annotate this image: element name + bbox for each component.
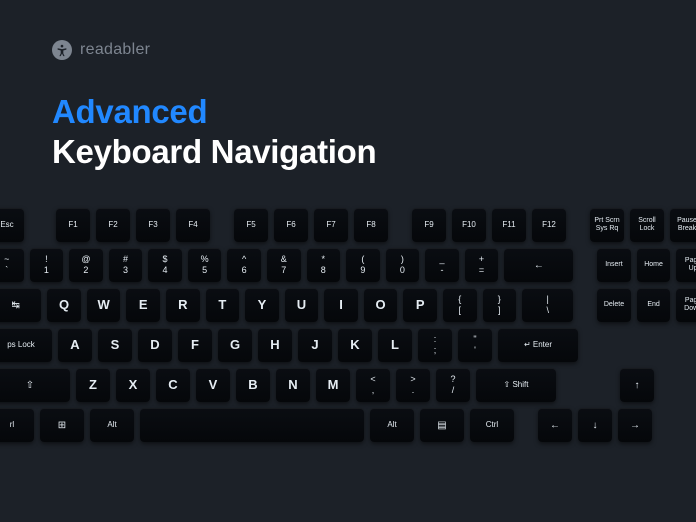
key-m: M [316, 368, 350, 402]
key-x: X [116, 368, 150, 402]
key-semicolon: :; [418, 328, 452, 362]
brand: readabler [52, 40, 696, 60]
key-f: F [178, 328, 212, 362]
key-pgdn: Page Down [676, 288, 696, 322]
key-f5: F5 [234, 208, 268, 242]
brand-name: readabler [80, 41, 150, 59]
key-p: P [403, 288, 437, 322]
key-lctrl: rl [0, 408, 34, 442]
key-f2: F2 [96, 208, 130, 242]
key-6: ^6 [227, 248, 261, 282]
page-title: Advanced Keyboard Navigation [52, 92, 696, 171]
key-rshift: ⇧ Shift [476, 368, 556, 402]
key-9: (9 [346, 248, 380, 282]
key-a: A [58, 328, 92, 362]
key-backspace: ← [504, 248, 573, 282]
key-n: N [276, 368, 310, 402]
key-menu: ▤ [420, 408, 464, 442]
key-f9: F9 [412, 208, 446, 242]
key-f7: F7 [314, 208, 348, 242]
key-f3: F3 [136, 208, 170, 242]
key-rctrl: Ctrl [470, 408, 514, 442]
header: readabler Advanced Keyboard Navigation [0, 0, 696, 171]
key-d: D [138, 328, 172, 362]
key-down: ↓ [578, 408, 612, 442]
key-7: &7 [267, 248, 301, 282]
key-w: W [87, 288, 121, 322]
title-main: Keyboard Navigation [52, 133, 376, 170]
key-y: Y [245, 288, 279, 322]
key-capslock: ps Lock [0, 328, 52, 362]
key-lbracket: {[ [443, 288, 477, 322]
key-esc: Esc [0, 208, 24, 242]
key-home: Home [637, 248, 671, 282]
key-right: → [618, 408, 652, 442]
key-pause: Pause Break [670, 208, 696, 242]
key-comma: <, [356, 368, 390, 402]
key-prtscrn: Prt Scrn Sys Rq [590, 208, 624, 242]
key-backslash: |\ [522, 288, 573, 322]
accessibility-icon [52, 40, 72, 60]
key-f12: F12 [532, 208, 566, 242]
key-2: @2 [69, 248, 103, 282]
key-ralt: Alt [370, 408, 414, 442]
key-pgup: Page Up [676, 248, 696, 282]
key-rbracket: }] [483, 288, 517, 322]
key-l: L [378, 328, 412, 362]
key-lshift: ⇧ [0, 368, 70, 402]
key-u: U [285, 288, 319, 322]
key-k: K [338, 328, 372, 362]
key-s: S [98, 328, 132, 362]
key-up: ↑ [620, 368, 654, 402]
key-period: >. [396, 368, 430, 402]
key-v: V [196, 368, 230, 402]
key-0: )0 [386, 248, 420, 282]
key-scrolllock: Scroll Lock [630, 208, 664, 242]
key-i: I [324, 288, 358, 322]
key-j: J [298, 328, 332, 362]
key-5: %5 [188, 248, 222, 282]
key-3: #3 [109, 248, 143, 282]
key-f4: F4 [176, 208, 210, 242]
key-q: Q [47, 288, 81, 322]
key-g: G [218, 328, 252, 362]
key-c: C [156, 368, 190, 402]
key-tab: ↹ [0, 288, 41, 322]
key-delete: Delete [597, 288, 631, 322]
key-enter: ↵ Enter [498, 328, 578, 362]
keyboard-illustration: Esc F1 F2 F3 F4 F5 F6 F7 F8 F9 F10 F11 F… [0, 208, 696, 448]
key-4: $4 [148, 248, 182, 282]
key-1: !1 [30, 248, 64, 282]
key-e: E [126, 288, 160, 322]
key-equals: += [465, 248, 499, 282]
key-o: O [364, 288, 398, 322]
key-r: R [166, 288, 200, 322]
key-lalt: Alt [90, 408, 134, 442]
key-quote: "' [458, 328, 492, 362]
key-space [140, 408, 364, 442]
key-h: H [258, 328, 292, 362]
key-z: Z [76, 368, 110, 402]
key-b: B [236, 368, 270, 402]
key-f10: F10 [452, 208, 486, 242]
key-lwin: ⊞ [40, 408, 84, 442]
key-minus: _- [425, 248, 459, 282]
key-f1: F1 [56, 208, 90, 242]
key-f8: F8 [354, 208, 388, 242]
key-t: T [206, 288, 240, 322]
key-end: End [637, 288, 671, 322]
title-accent: Advanced [52, 93, 207, 130]
key-f11: F11 [492, 208, 526, 242]
key-left: ← [538, 408, 572, 442]
key-slash: ?/ [436, 368, 470, 402]
key-tilde: ~` [0, 248, 24, 282]
key-8: *8 [307, 248, 341, 282]
key-f6: F6 [274, 208, 308, 242]
key-insert: Insert [597, 248, 631, 282]
